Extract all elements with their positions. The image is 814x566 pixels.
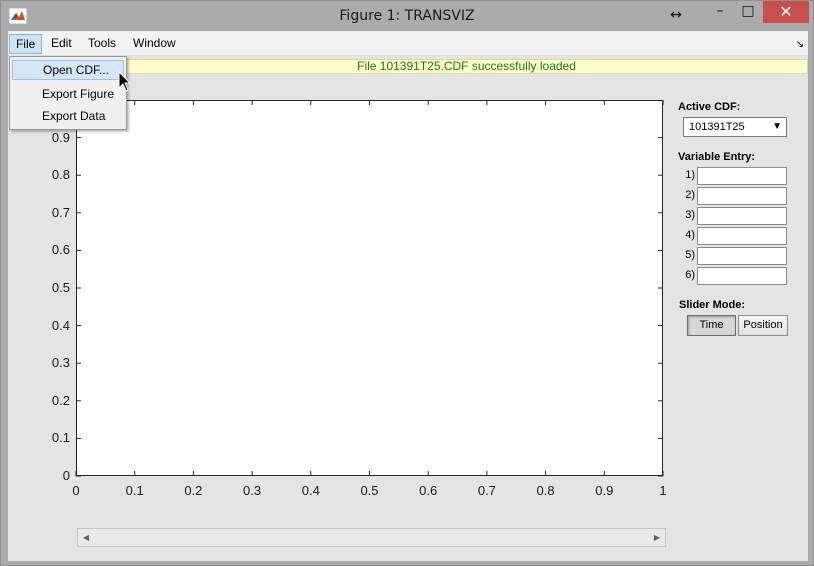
y-tick-label: 0.3 bbox=[51, 355, 70, 371]
slider-mode-label: Slider Mode: bbox=[679, 299, 746, 311]
variable-4-input[interactable] bbox=[697, 227, 787, 245]
y-tick-label: 0.1 bbox=[51, 430, 70, 446]
scroll-left-icon[interactable]: ◀ bbox=[78, 529, 94, 546]
x-tick-label: 0.2 bbox=[184, 483, 203, 498]
variable-2-input[interactable] bbox=[697, 187, 787, 205]
scroll-right-icon[interactable]: ▶ bbox=[649, 529, 665, 546]
maximize-button[interactable]: □ bbox=[735, 1, 761, 23]
x-tick-label: 0.7 bbox=[477, 483, 496, 498]
y-tick-label: 0.4 bbox=[51, 317, 70, 333]
variable-6-input[interactable] bbox=[697, 267, 787, 285]
x-tick-label: 1 bbox=[659, 483, 667, 498]
x-tick-label: 0.1 bbox=[125, 483, 144, 498]
active-cdf-select[interactable]: 101391T25 ▼ bbox=[683, 117, 787, 137]
y-tick-label: 0.8 bbox=[51, 167, 70, 183]
slider-mode-position-button[interactable]: Position bbox=[738, 315, 788, 336]
menu-item-open-cdf[interactable]: Open CDF... bbox=[12, 60, 124, 80]
variable-1-label: 1) bbox=[685, 169, 695, 181]
y-tick-label: 0.5 bbox=[51, 280, 70, 295]
x-tick-label: 0.5 bbox=[360, 483, 379, 498]
active-cdf-value: 101391T25 bbox=[689, 121, 745, 133]
variable-1-input[interactable] bbox=[697, 167, 787, 185]
chevron-down-icon[interactable]: ▼ bbox=[772, 118, 782, 136]
slider-mode-time-button[interactable]: Time bbox=[687, 315, 736, 336]
variable-5-label: 5) bbox=[685, 249, 695, 261]
variable-2-label: 2) bbox=[685, 189, 695, 201]
variable-6-label: 6) bbox=[685, 269, 695, 281]
menu-item-export-figure[interactable]: Export Figure bbox=[12, 85, 124, 105]
minimize-button[interactable]: – bbox=[707, 1, 733, 23]
resize-arrows-icon[interactable]: ↔ bbox=[667, 5, 685, 27]
figure-client-area: File Edit Tools Window ↘ File 101391T25.… bbox=[8, 31, 808, 561]
variable-3-input[interactable] bbox=[697, 207, 787, 225]
menu-item-export-data[interactable]: Export Data bbox=[12, 107, 124, 127]
x-tick-label: 0.6 bbox=[419, 483, 438, 498]
file-dropdown-menu: Open CDF... Export Figure Export Data bbox=[9, 56, 127, 130]
active-cdf-label: Active CDF: bbox=[678, 101, 741, 113]
window-title: Figure 1: TRANSVIZ bbox=[339, 8, 475, 24]
close-button[interactable]: ✕ bbox=[763, 1, 809, 23]
variable-3-label: 3) bbox=[685, 209, 695, 221]
x-tick-label: 0.4 bbox=[301, 483, 320, 498]
mouse-cursor-icon bbox=[118, 71, 132, 92]
y-tick-label: 0.7 bbox=[51, 204, 70, 220]
time-slider-scrollbar[interactable]: ◀ ▶ bbox=[77, 528, 666, 547]
x-tick-label: 0.3 bbox=[243, 483, 262, 498]
figure-window: Figure 1: TRANSVIZ ↔ – □ ✕ File Edit Too… bbox=[0, 0, 814, 566]
x-tick-label: 0 bbox=[72, 483, 80, 498]
variable-5-input[interactable] bbox=[697, 247, 787, 265]
y-tick-label: 0.2 bbox=[51, 392, 70, 408]
y-tick-label: 0.6 bbox=[51, 242, 70, 258]
title-bar[interactable]: Figure 1: TRANSVIZ ↔ – □ ✕ bbox=[1, 1, 813, 31]
x-tick-label: 0.8 bbox=[536, 483, 555, 498]
x-tick-label: 0.9 bbox=[595, 483, 614, 498]
y-tick-label: 0.9 bbox=[51, 129, 70, 145]
y-tick-label: 0 bbox=[62, 468, 70, 483]
variable-4-label: 4) bbox=[685, 229, 695, 241]
variable-entry-label: Variable Entry: bbox=[678, 151, 756, 163]
